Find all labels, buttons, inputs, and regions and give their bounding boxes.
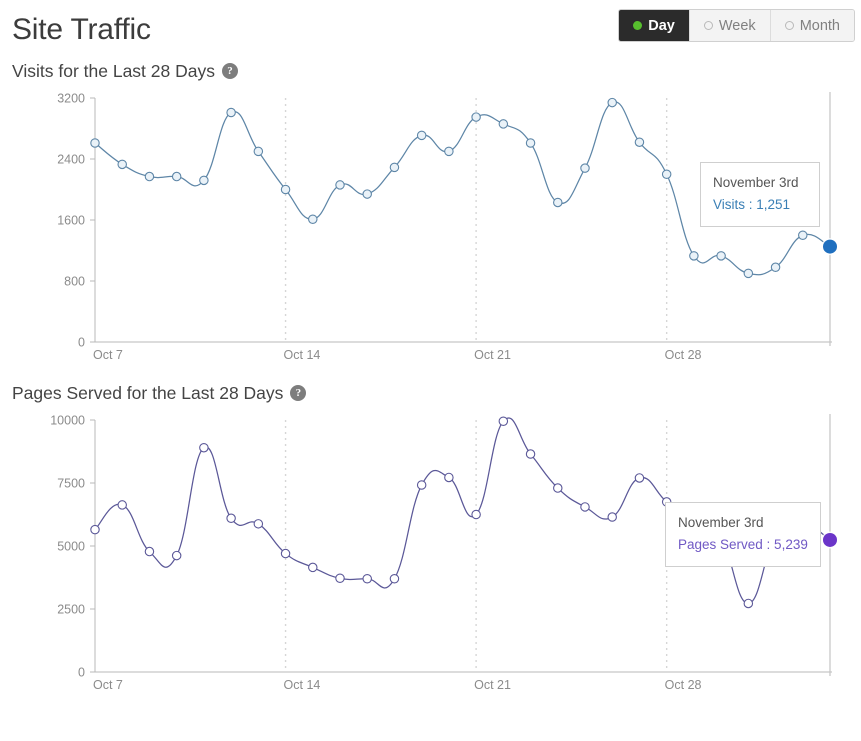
data-point-marker[interactable] [416, 480, 427, 490]
y-axis-tick-label: 7500 [57, 477, 85, 491]
data-point-marker[interactable] [798, 518, 808, 529]
data-point-marker[interactable] [770, 262, 781, 273]
data-point-marker[interactable] [770, 531, 781, 541]
data-point-marker[interactable] [171, 171, 182, 182]
data-point-marker[interactable] [362, 189, 372, 199]
x-axis-tick-label: Oct 14 [284, 678, 321, 692]
data-point-marker[interactable] [308, 214, 318, 224]
series-line [94, 101, 831, 276]
y-axis-tick-label: 2500 [57, 603, 85, 617]
page-header: Site Traffic Day Week Month [0, 0, 861, 56]
y-axis-tick-label: 800 [64, 275, 85, 289]
y-axis-tick-label: 1600 [57, 214, 85, 228]
data-point-marker[interactable] [171, 550, 182, 561]
y-axis-tick-label: 10000 [50, 414, 85, 428]
visits-chart-container[interactable]: 0 800 1600 2400 3200 Oct 7 Oct 14 Oct 21 Oct 28 … [0, 86, 861, 378]
pages-served-heading-label: Pages Served for the Last 28 Days [12, 382, 284, 403]
y-axis-tick-label: 0 [78, 336, 85, 350]
y-axis-tick-label: 0 [78, 666, 85, 680]
data-point-marker[interactable] [308, 562, 318, 573]
data-point-marker[interactable] [117, 500, 127, 510]
data-point-marker[interactable] [280, 548, 291, 559]
data-point-marker[interactable] [743, 268, 754, 279]
y-axis-tick-label: 3200 [57, 92, 85, 106]
data-point-marker[interactable] [389, 162, 400, 173]
data-point-marker[interactable] [661, 169, 672, 180]
data-point-marker[interactable] [362, 574, 372, 584]
data-point-marker[interactable] [716, 533, 726, 544]
y-axis-tick-label: 5000 [57, 540, 85, 554]
site-traffic-page: Site Traffic Day Week Month Visits for t… [0, 0, 861, 741]
period-button-month-label: Month [799, 17, 840, 34]
data-point-marker[interactable] [661, 497, 672, 507]
data-point-marker[interactable] [716, 251, 726, 261]
data-point-marker[interactable] [117, 159, 127, 170]
data-point-marker[interactable] [607, 97, 617, 108]
data-point-marker[interactable] [144, 171, 155, 182]
data-point-marker[interactable] [580, 502, 590, 512]
data-point-marker[interactable] [199, 442, 209, 453]
data-point-marker[interactable] [634, 473, 645, 483]
period-button-day-label: Day [648, 17, 675, 34]
visits-heading-label: Visits for the Last 28 Days [12, 60, 215, 81]
highlighted-data-point[interactable] [823, 239, 837, 254]
question-mark-icon[interactable]: ? [221, 63, 238, 79]
data-point-marker[interactable] [144, 546, 155, 557]
visits-section-heading: Visits for the Last 28 Days ? [0, 56, 861, 86]
period-toggle-group[interactable]: Day Week Month [618, 9, 855, 42]
pages-served-line-chart[interactable]: 0 2500 5000 7500 10000 Oct 7 Oct 14 Oct 21 Oct 2… [0, 408, 861, 708]
pages-served-section-heading: Pages Served for the Last 28 Days ? [0, 378, 861, 408]
data-point-marker[interactable] [580, 163, 590, 173]
x-axis-tick-label: Oct 7 [93, 348, 123, 362]
data-point-marker[interactable] [389, 574, 400, 584]
x-axis-tick-label: Oct 7 [93, 678, 123, 692]
data-point-marker[interactable] [743, 598, 754, 609]
period-button-day[interactable]: Day [619, 10, 689, 41]
data-point-marker[interactable] [335, 573, 345, 584]
data-point-marker[interactable] [199, 175, 209, 186]
radio-dot-icon [784, 21, 794, 30]
data-point-marker[interactable] [416, 130, 427, 141]
question-mark-icon[interactable]: ? [290, 385, 307, 401]
data-point-marker[interactable] [90, 524, 100, 535]
period-button-week[interactable]: Week [688, 10, 770, 41]
data-point-marker[interactable] [553, 483, 563, 493]
radio-dot-icon [703, 21, 713, 30]
data-point-marker[interactable] [553, 197, 563, 208]
data-point-marker[interactable] [689, 251, 699, 261]
data-point-marker[interactable] [798, 230, 808, 241]
y-axis-tick-label: 2400 [57, 153, 85, 167]
period-button-month[interactable]: Month [769, 10, 854, 41]
data-point-marker[interactable] [471, 509, 481, 520]
x-axis-tick-label: Oct 28 [665, 678, 702, 692]
radio-dot-icon [633, 21, 643, 30]
data-point-marker[interactable] [444, 146, 454, 157]
data-point-marker[interactable] [689, 517, 699, 527]
x-axis-tick-label: Oct 21 [474, 678, 511, 692]
data-point-marker[interactable] [498, 119, 509, 129]
data-point-marker[interactable] [253, 146, 264, 157]
period-button-week-label: Week [718, 17, 756, 34]
data-point-marker[interactable] [607, 512, 617, 522]
x-axis-tick-label: Oct 14 [284, 348, 321, 362]
data-point-marker[interactable] [253, 519, 264, 529]
x-axis-tick-label: Oct 28 [665, 348, 702, 362]
page-title: Site Traffic [12, 13, 151, 46]
data-point-marker[interactable] [226, 513, 236, 524]
data-point-marker[interactable] [525, 138, 536, 148]
visits-line-chart[interactable]: 0 800 1600 2400 3200 Oct 7 Oct 14 Oct 21 Oct 28 [0, 86, 861, 378]
data-point-marker[interactable] [525, 449, 536, 459]
data-point-marker[interactable] [634, 137, 645, 147]
x-axis-tick-label: Oct 21 [474, 348, 511, 362]
data-point-marker[interactable] [90, 138, 100, 148]
data-point-marker[interactable] [280, 184, 291, 195]
highlighted-data-point[interactable] [823, 532, 837, 547]
data-point-marker[interactable] [335, 180, 345, 190]
pages-served-chart-container[interactable]: 0 2500 5000 7500 10000 Oct 7 Oct 14 Oct 21 Oct 2… [0, 408, 861, 708]
data-point-marker[interactable] [226, 107, 236, 118]
data-point-marker[interactable] [498, 416, 509, 427]
data-point-marker[interactable] [444, 472, 454, 483]
data-point-marker[interactable] [471, 112, 481, 122]
